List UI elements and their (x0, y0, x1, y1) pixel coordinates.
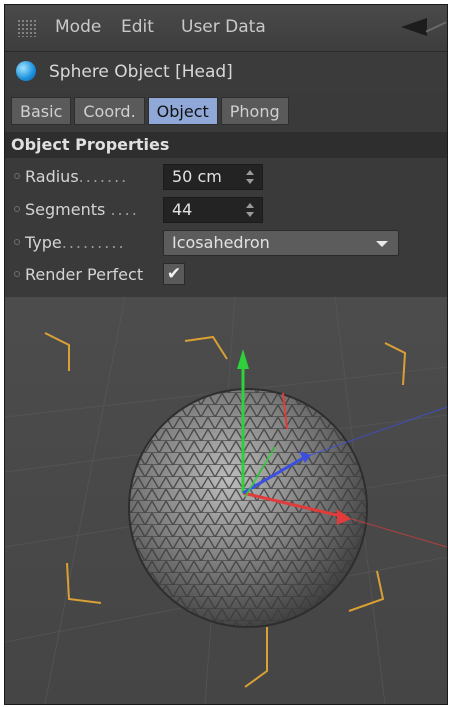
menu-edit[interactable]: Edit (121, 17, 154, 37)
leader-dots: ....... (78, 167, 129, 186)
type-value: Icosahedron (172, 233, 270, 252)
chevron-down-icon (376, 241, 388, 247)
menu-bar: Mode Edit User Data (5, 5, 447, 52)
animation-dot-icon[interactable] (14, 173, 20, 179)
param-label: Type......... (25, 233, 126, 252)
tab-object[interactable]: Object (147, 97, 218, 125)
sphere-icon (16, 61, 36, 81)
radius-label: Radius (25, 167, 79, 186)
object-title-row: Sphere Object [Head] (5, 52, 447, 92)
param-row-segments: Segments .... 44 (5, 196, 447, 224)
render-perfect-checkbox[interactable]: ✔ (163, 263, 185, 285)
tab-coord[interactable]: Coord. (74, 97, 145, 125)
render-perfect-label: Render Perfect (25, 265, 144, 284)
tab-phong[interactable]: Phong (220, 97, 289, 125)
attribute-manager-panel: Mode Edit User Data Sphere Object [Head]… (4, 4, 448, 705)
param-row-type: Type......... Icosahedron (5, 229, 447, 257)
param-row-render-perfect: Render Perfect ✔ (5, 261, 447, 289)
viewport-3d[interactable] (5, 297, 447, 704)
menu-user-data[interactable]: User Data (181, 17, 266, 37)
animation-dot-icon[interactable] (14, 271, 20, 277)
radius-input[interactable]: 50 cm (163, 164, 263, 190)
menu-mode[interactable]: Mode (55, 17, 101, 37)
param-label: Radius....... (25, 167, 128, 186)
leader-dots: .... (110, 200, 139, 219)
animation-dot-icon[interactable] (14, 206, 20, 212)
type-label: Type (25, 233, 62, 252)
param-row-radius: Radius....... 50 cm (5, 163, 447, 191)
section-header: Object Properties (5, 132, 447, 158)
type-dropdown[interactable]: Icosahedron (163, 230, 399, 256)
viewport-scene (5, 297, 447, 704)
animation-dot-icon[interactable] (14, 239, 20, 245)
segments-input[interactable]: 44 (163, 197, 263, 223)
spinner-arrows-icon[interactable] (246, 169, 254, 185)
segments-value: 44 (172, 200, 193, 219)
leader-dots: ......... (61, 233, 126, 252)
param-label: Segments .... (25, 200, 139, 219)
y-axis-arrow-icon[interactable] (237, 349, 249, 369)
tab-bar: Basic Coord. Object Phong (11, 97, 289, 125)
grip-icon[interactable] (17, 19, 37, 37)
back-arrow-tail (425, 21, 447, 33)
object-title: Sphere Object [Head] (49, 62, 233, 82)
back-arrow-icon[interactable] (401, 18, 427, 36)
radius-value: 50 cm (172, 167, 222, 186)
spinner-arrows-icon[interactable] (246, 202, 254, 218)
segments-label: Segments (25, 200, 106, 219)
tab-basic[interactable]: Basic (11, 97, 72, 125)
